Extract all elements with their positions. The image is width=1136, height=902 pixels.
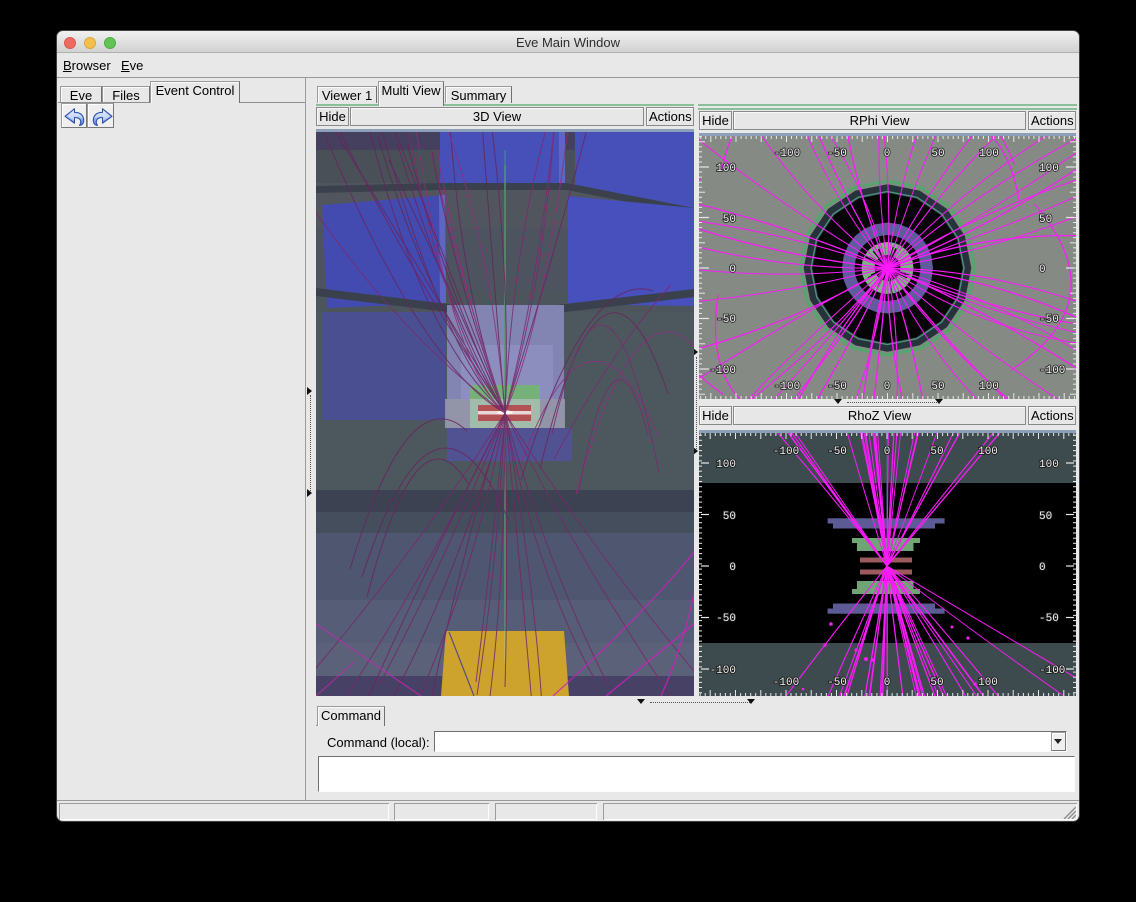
svg-text:50: 50 [930,677,943,689]
svg-text:100: 100 [1039,163,1059,175]
svg-text:0: 0 [1039,562,1046,574]
svg-text:0: 0 [1039,264,1046,276]
svg-text:100: 100 [978,446,998,458]
svg-text:50: 50 [1039,214,1052,226]
svg-text:-50: -50 [827,381,847,393]
svg-text:-50: -50 [1039,613,1059,625]
svg-text:0: 0 [729,562,736,574]
svg-text:-100: -100 [774,148,800,160]
svg-text:100: 100 [716,459,736,471]
svg-text:-100: -100 [774,381,800,393]
svg-text:-100: -100 [773,677,799,689]
svg-text:100: 100 [979,148,999,160]
svg-text:-50: -50 [716,314,736,326]
svg-text:100: 100 [979,381,999,393]
svg-text:100: 100 [978,677,998,689]
svg-text:0: 0 [884,381,891,393]
svg-text:-50: -50 [827,446,847,458]
svg-text:50: 50 [930,446,943,458]
svg-text:-50: -50 [827,677,847,689]
svg-text:-100: -100 [710,665,736,677]
svg-text:-100: -100 [773,446,799,458]
svg-text:-50: -50 [716,613,736,625]
svg-text:50: 50 [931,148,944,160]
svg-text:0: 0 [884,446,891,458]
svg-text:-50: -50 [827,148,847,160]
svg-text:-100: -100 [710,365,736,377]
svg-text:100: 100 [1039,459,1059,471]
svg-text:50: 50 [1039,511,1052,523]
svg-text:-100: -100 [1039,665,1065,677]
svg-text:50: 50 [931,381,944,393]
svg-text:0: 0 [884,148,891,160]
svg-text:-50: -50 [1039,314,1059,326]
svg-text:0: 0 [729,264,736,276]
svg-text:50: 50 [723,511,736,523]
svg-text:-100: -100 [1039,365,1065,377]
svg-text:100: 100 [716,163,736,175]
svg-text:0: 0 [884,677,891,689]
svg-text:50: 50 [723,214,736,226]
